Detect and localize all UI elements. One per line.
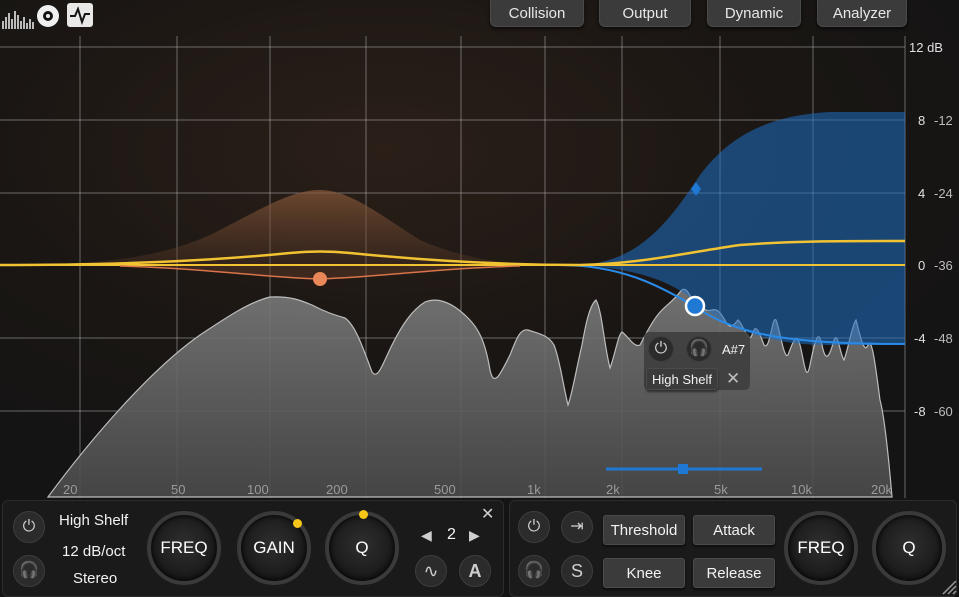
freq-label: 20k: [871, 482, 892, 497]
band-settings-panel: ⏻ 🎧 High Shelf 12 dB/oct Stereo FREQ GAI…: [2, 500, 504, 597]
sidechain-input-button[interactable]: ⇥: [561, 511, 593, 543]
freq-label: 5k: [714, 482, 728, 497]
popup-band-type[interactable]: High Shelf: [646, 368, 718, 390]
dynamic-listen-button[interactable]: 🎧: [518, 555, 550, 587]
gain-label: 0: [918, 258, 925, 273]
band-2-width-slider-thumb[interactable]: [678, 464, 688, 474]
freq-label: 2k: [606, 482, 620, 497]
auto-a-icon: A: [468, 561, 482, 581]
headphones-icon: 🎧: [524, 562, 544, 579]
dynamic-power-button[interactable]: ⏻: [518, 511, 550, 543]
waveform-toggle-icon[interactable]: [67, 3, 93, 27]
gain-dynamic-indicator: [293, 519, 302, 528]
headphones-icon: 🎧: [689, 340, 709, 357]
release-control[interactable]: Release: [693, 558, 775, 588]
gain-label: -4: [914, 331, 926, 346]
freq-label: 50: [171, 482, 185, 497]
gain-label: 4: [918, 186, 925, 201]
headphones-icon: 🎧: [19, 562, 39, 579]
power-icon: ⏻: [22, 518, 36, 535]
popup-power-button[interactable]: ⏻: [648, 336, 674, 362]
band-listen-button[interactable]: 🎧: [13, 555, 45, 587]
close-band-icon[interactable]: ✕: [481, 504, 494, 524]
solo-button[interactable]: S: [561, 555, 593, 587]
gain-label: 8: [918, 113, 925, 128]
freq-label: 20: [63, 482, 77, 497]
band-stereo-mode[interactable]: Stereo: [73, 570, 117, 587]
freq-label: 10k: [791, 482, 812, 497]
resize-grip-icon[interactable]: [939, 577, 957, 595]
sine-wave-icon: ∿: [423, 561, 439, 581]
tab-collision[interactable]: Collision: [490, 0, 584, 27]
gain-label: 12 dB: [909, 40, 943, 55]
next-band-icon[interactable]: ▶: [469, 527, 480, 544]
dynamic-settings-panel: ⏻ 🎧 ⇥ S Threshold Attack Knee Release FR…: [509, 500, 957, 597]
popup-close-icon[interactable]: ✕: [726, 369, 740, 389]
range-label: -24: [934, 186, 953, 201]
tab-analyzer[interactable]: Analyzer: [817, 0, 907, 27]
range-label: -60: [934, 404, 953, 419]
range-label: -36: [934, 258, 953, 273]
tab-dynamic[interactable]: Dynamic: [707, 0, 801, 27]
dynamic-q-knob[interactable]: Q: [872, 511, 946, 585]
freq-label: 100: [247, 482, 269, 497]
gain-label: -8: [914, 404, 926, 419]
threshold-control[interactable]: Threshold: [603, 515, 685, 545]
knee-control[interactable]: Knee: [603, 558, 685, 588]
freq-label: 200: [326, 482, 348, 497]
band-power-button[interactable]: ⏻: [13, 511, 45, 543]
popup-listen-button[interactable]: 🎧: [686, 336, 712, 362]
freq-label: 1k: [527, 482, 541, 497]
range-label: -12: [934, 113, 953, 128]
freq-knob[interactable]: FREQ: [147, 511, 221, 585]
dynamic-freq-knob[interactable]: FREQ: [784, 511, 858, 585]
sine-mode-button[interactable]: ∿: [415, 555, 447, 587]
solo-icon: S: [570, 561, 583, 581]
auto-mode-button[interactable]: A: [459, 555, 491, 587]
band-type[interactable]: High Shelf: [59, 512, 128, 529]
q-knob[interactable]: Q: [325, 511, 399, 585]
popup-note: A#7: [722, 342, 746, 357]
attack-control[interactable]: Attack: [693, 515, 775, 545]
q-dynamic-indicator: [359, 510, 368, 519]
prev-band-icon[interactable]: ◀: [421, 527, 432, 544]
band-1-handle[interactable]: [313, 272, 327, 286]
analyzer-logo-icon: [2, 3, 64, 29]
freq-label: 500: [434, 482, 456, 497]
band-slope[interactable]: 12 dB/oct: [62, 543, 125, 560]
band-2-handle[interactable]: [684, 295, 706, 317]
band-number: 2: [447, 526, 456, 543]
range-label: -48: [934, 331, 953, 346]
band-popup: ⏻ 🎧 A#7 High Shelf ✕: [644, 332, 750, 390]
sidechain-input-icon: ⇥: [570, 518, 584, 535]
tab-output[interactable]: Output: [599, 0, 691, 27]
power-icon: ⏻: [654, 340, 668, 357]
power-icon: ⏻: [527, 518, 541, 535]
